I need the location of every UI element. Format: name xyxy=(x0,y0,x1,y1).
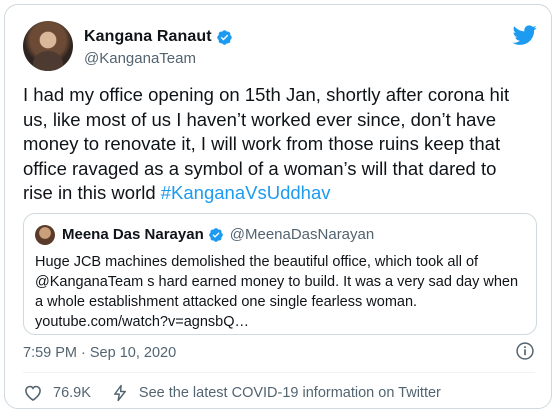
author-name[interactable]: Kangana Ranaut xyxy=(84,28,212,46)
author-handle[interactable]: @KanganaTeam xyxy=(84,50,196,67)
covid-info-link[interactable]: See the latest COVID-19 information on T… xyxy=(139,385,441,401)
info-icon[interactable] xyxy=(515,341,535,361)
heart-icon[interactable] xyxy=(23,383,43,403)
verified-badge-icon xyxy=(208,227,223,242)
author-name-row[interactable]: Kangana Ranaut xyxy=(84,28,233,46)
tweet-text: I had my office opening on 15th Jan, sho… xyxy=(23,83,528,206)
tweet-timestamp[interactable]: 7:59 PM · Sep 10, 2020 xyxy=(23,345,176,361)
verified-badge-icon xyxy=(216,29,232,45)
twitter-bird-icon[interactable] xyxy=(513,23,537,47)
quoted-tweet-text: Huge JCB machines demolished the beautif… xyxy=(35,254,519,330)
tweet-card: Kangana Ranaut @KanganaTeam I had my off… xyxy=(4,4,552,409)
lightning-bolt-icon xyxy=(113,384,126,402)
quoted-author-name: Meena Das Narayan xyxy=(62,226,204,243)
quoted-author-handle: @MeenaDasNarayan xyxy=(229,226,375,243)
quoted-author-avatar xyxy=(35,225,55,245)
tweet-actions: 76.9K See the latest COVID-19 informatio… xyxy=(23,383,441,403)
author-avatar[interactable] xyxy=(23,21,73,71)
divider xyxy=(23,372,535,373)
quoted-tweet[interactable]: Meena Das Narayan @MeenaDasNarayan Huge … xyxy=(23,213,537,335)
quoted-author-row: Meena Das Narayan @MeenaDasNarayan xyxy=(62,226,374,243)
hashtag-link[interactable]: #KanganaVsUddhav xyxy=(161,182,331,203)
like-count[interactable]: 76.9K xyxy=(53,385,91,401)
